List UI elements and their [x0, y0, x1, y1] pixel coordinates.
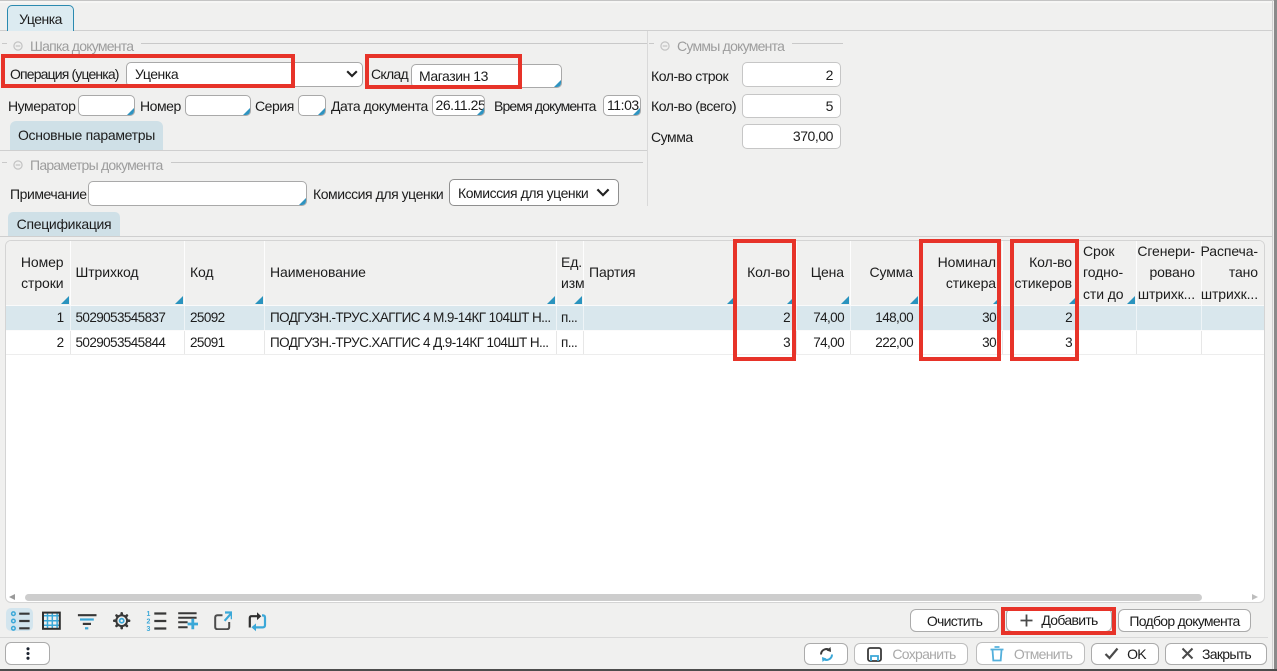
svg-text:1: 1 [147, 611, 151, 618]
svg-text:2: 2 [147, 619, 151, 626]
svg-text:3: 3 [147, 626, 151, 632]
